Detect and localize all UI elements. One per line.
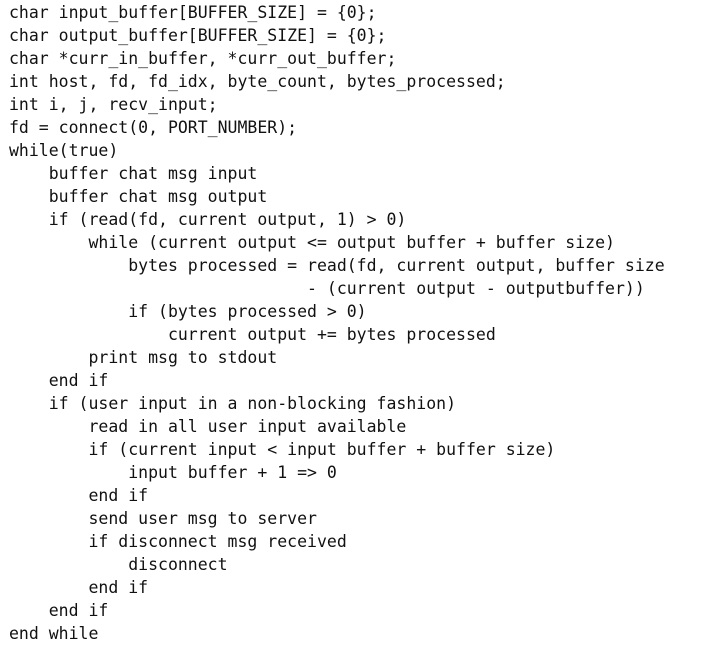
- code-line-8: buffer chat msg input: [9, 164, 258, 183]
- code-line-20: if (current input < input buffer + buffe…: [9, 440, 556, 459]
- code-line-16: print msg to stdout: [9, 348, 278, 367]
- code-line-18: if (user input in a non-blocking fashion…: [9, 394, 457, 413]
- code-line-21: input buffer + 1 => 0: [9, 463, 337, 482]
- code-line-15: current output += bytes processed: [9, 325, 496, 344]
- code-line-11: while (current output <= output buffer +…: [9, 233, 615, 252]
- code-line-23: send user msg to server: [9, 509, 317, 528]
- code-line-24: if disconnect msg received: [9, 532, 347, 551]
- code-line-4: int host, fd, fd_idx, byte_count, bytes_…: [9, 72, 506, 91]
- code-line-13: - (current output - outputbuffer)): [9, 279, 645, 298]
- code-line-3: char *curr_in_buffer, *curr_out_buffer;: [9, 49, 397, 68]
- code-line-25: disconnect: [9, 555, 228, 574]
- code-line-1: char input_buffer[BUFFER_SIZE] = {0};: [9, 3, 377, 22]
- code-line-9: buffer chat msg output: [9, 187, 268, 206]
- code-line-6: fd = connect(0, PORT_NUMBER);: [9, 118, 298, 137]
- code-line-5: int i, j, recv_input;: [9, 95, 218, 114]
- code-line-19: read in all user input available: [9, 417, 407, 436]
- code-line-17: end if: [9, 371, 109, 390]
- code-line-12: bytes processed = read(fd, current outpu…: [9, 256, 665, 275]
- code-line-7: while(true): [9, 141, 119, 160]
- code-line-22: end if: [9, 486, 149, 505]
- code-line-28: end while: [9, 624, 99, 643]
- code-line-10: if (read(fd, current output, 1) > 0): [9, 210, 407, 229]
- code-line-27: end if: [9, 601, 109, 620]
- pseudocode-listing: char input_buffer[BUFFER_SIZE] = {0}; cha…: [9, 1, 665, 645]
- code-line-26: end if: [9, 578, 149, 597]
- code-line-2: char output_buffer[BUFFER_SIZE] = {0};: [9, 26, 387, 45]
- code-line-14: if (bytes processed > 0): [9, 302, 367, 321]
